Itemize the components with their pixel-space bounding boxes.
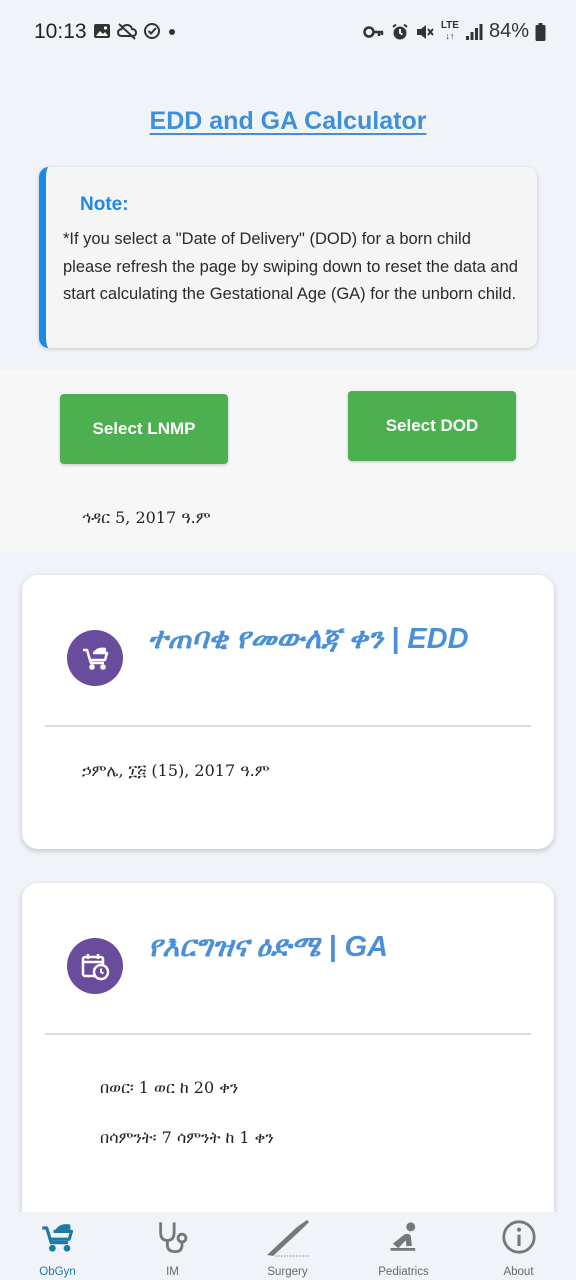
ga-icon-circle bbox=[67, 938, 123, 994]
mute-icon bbox=[416, 24, 434, 39]
date-selection-section: Select LNMP Select DOD ኅዳር 5, 2017 ዓ.ም bbox=[0, 370, 576, 552]
edd-value: ኃምሌ, ፲፭ (15), 2017 ዓ.ም bbox=[82, 761, 270, 780]
nav-label-surgery: Surgery bbox=[267, 1266, 308, 1278]
stroller-icon bbox=[83, 647, 109, 670]
scalpel-icon bbox=[266, 1220, 309, 1257]
child-icon bbox=[390, 1222, 415, 1251]
nav-label-obgyn: ObGyn bbox=[39, 1266, 76, 1278]
page-title[interactable]: EDD and GA Calculator bbox=[0, 107, 576, 136]
status-left-icons bbox=[93, 22, 177, 40]
note-text: *If you select a "Date of Delivery" (DOD… bbox=[63, 230, 518, 303]
dot-icon bbox=[169, 29, 175, 35]
edd-title: ተጠባቂ የመውለጃ ቀን | EDD bbox=[148, 623, 469, 655]
edd-icon-circle bbox=[67, 630, 123, 686]
check-circle-icon bbox=[144, 23, 160, 39]
status-time: 10:13 bbox=[34, 20, 87, 43]
edd-divider bbox=[45, 725, 531, 727]
nav-label-about: About bbox=[503, 1266, 534, 1278]
note-title: Note: bbox=[80, 194, 129, 215]
alarm-icon bbox=[392, 23, 408, 39]
nav-item-surgery[interactable]: Surgery bbox=[230, 1212, 345, 1280]
ga-weeks: በሳምንት፡ 7 ሳምንት ከ 1 ቀን bbox=[100, 1128, 274, 1147]
stethoscope-icon bbox=[158, 1222, 187, 1254]
status-bar: 10:13 LTE ↓↑ 84% bbox=[0, 0, 576, 66]
calendar-clock-icon bbox=[81, 954, 110, 981]
nav-label-pediatrics: Pediatrics bbox=[378, 1266, 429, 1278]
nav-item-obgyn[interactable]: ObGyn bbox=[0, 1212, 115, 1280]
key-icon bbox=[363, 25, 384, 38]
battery-percent: 84% bbox=[488, 20, 529, 42]
info-icon bbox=[501, 1220, 536, 1254]
status-right-icons: LTE ↓↑ 84% bbox=[363, 20, 546, 43]
network-type: LTE ↓↑ bbox=[440, 20, 459, 42]
image-icon bbox=[94, 24, 110, 38]
battery-icon bbox=[535, 22, 546, 41]
nav-item-about[interactable]: About bbox=[461, 1212, 576, 1280]
select-dod-button[interactable]: Select DOD bbox=[348, 391, 516, 461]
ga-months: በወር፡ 1 ወር ከ 20 ቀን bbox=[100, 1078, 239, 1097]
ga-title: የእርግዝና ዕድሜ | GA bbox=[148, 931, 388, 963]
nav-label-im: IM bbox=[166, 1266, 179, 1278]
stroller-icon bbox=[41, 1224, 73, 1252]
bottom-navigation: ObGyn IM Surgery Pediatrics About bbox=[0, 1212, 576, 1280]
selected-date: ኅዳር 5, 2017 ዓ.ም bbox=[82, 508, 211, 527]
ga-card: የእርግዝና ዕድሜ | GA በወር፡ 1 ወር ከ 20 ቀን በሳምንት፡… bbox=[22, 883, 554, 1243]
nav-item-im[interactable]: IM bbox=[115, 1212, 230, 1280]
note-card: Note: *If you select a "Date of Delivery… bbox=[39, 167, 537, 348]
cloud-off-icon bbox=[117, 23, 137, 40]
edd-card: ተጠባቂ የመውለጃ ቀን | EDD ኃምሌ, ፲፭ (15), 2017 ዓ… bbox=[22, 575, 554, 849]
signal-icon bbox=[465, 23, 483, 40]
select-lnmp-button[interactable]: Select LNMP bbox=[60, 394, 228, 464]
ga-divider bbox=[45, 1033, 531, 1035]
nav-item-pediatrics[interactable]: Pediatrics bbox=[346, 1212, 461, 1280]
